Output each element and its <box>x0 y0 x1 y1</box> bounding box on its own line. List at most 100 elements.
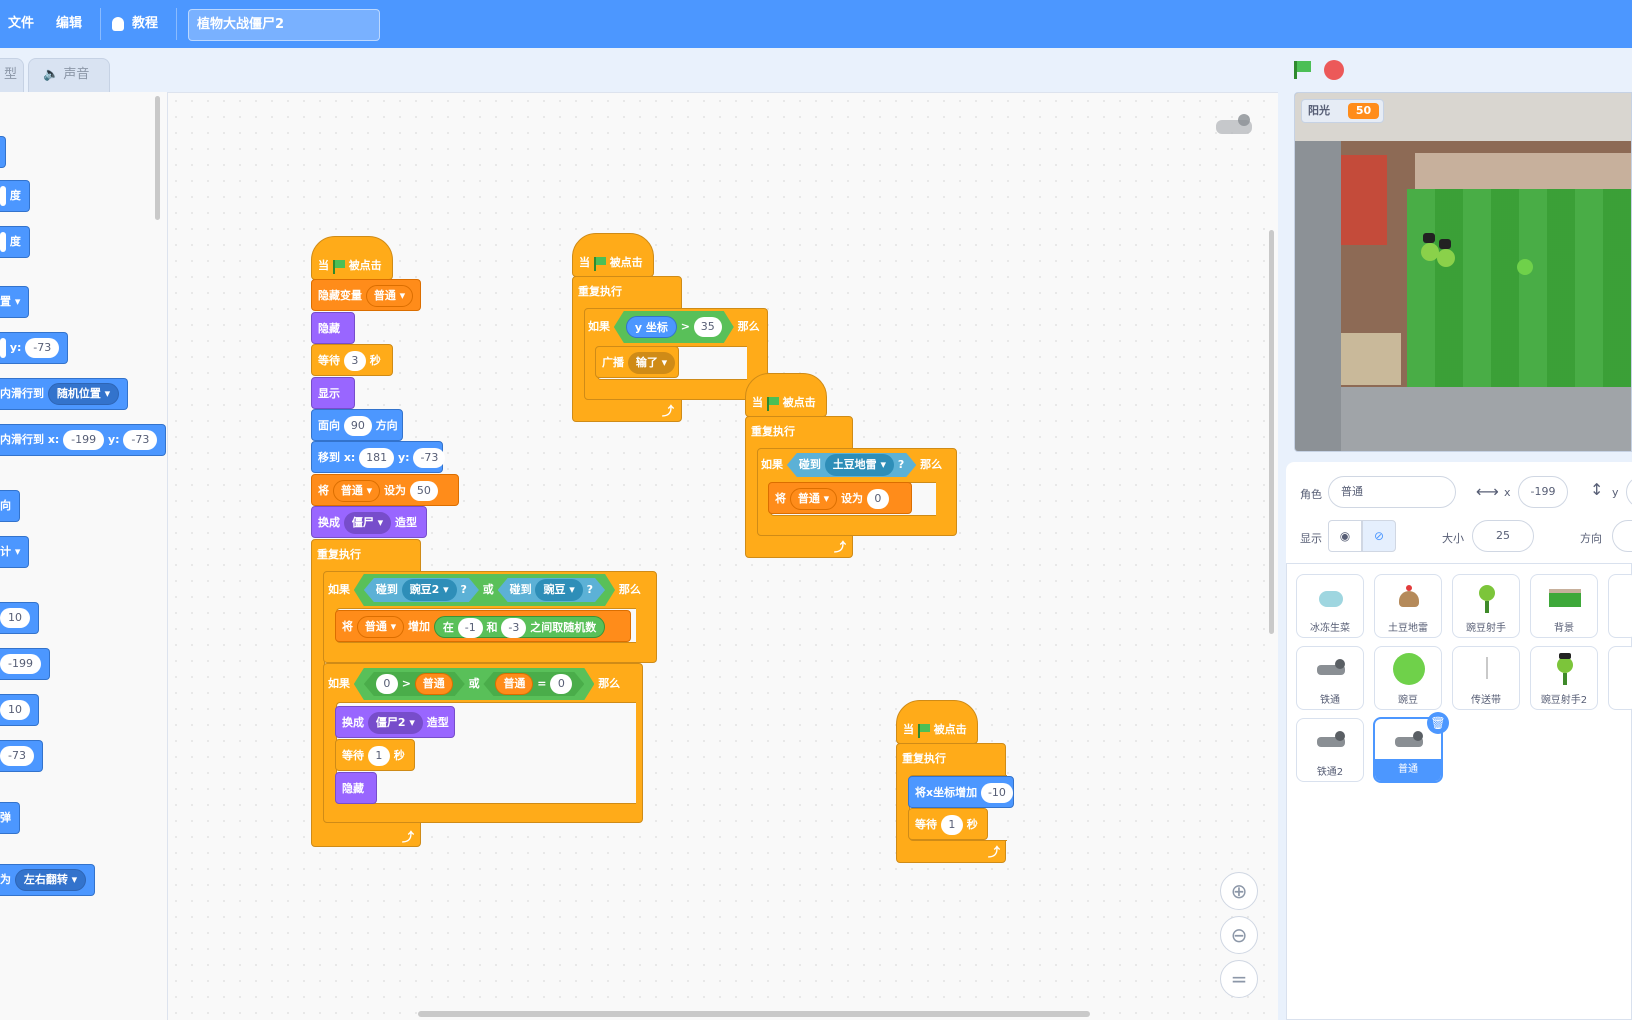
greater-than-operator[interactable]: 0 > 普通 <box>364 672 465 696</box>
palette-block-glide-xy[interactable]: 内滑行到 x: -199 y: -73 <box>0 424 167 456</box>
palette-block-goto-xy[interactable]: y: -73 <box>0 332 69 364</box>
variable-dropdown[interactable]: 普通 ▾ <box>789 488 838 510</box>
palette-block-partial[interactable] <box>0 136 6 168</box>
switch-costume-block[interactable]: 换成 僵尸 ▾ 造型 <box>311 506 427 538</box>
sprite-tile[interactable]: 背景 <box>1530 574 1598 638</box>
or-operator[interactable]: 0 > 普通 或 普通 = 0 <box>354 668 595 700</box>
wait-block[interactable]: 等待 1 秒 <box>335 739 415 771</box>
change-variable-block[interactable]: 将 普通 ▾ 增加 在 -1 和 -3 之间取随机数 <box>335 610 631 642</box>
compare-input[interactable]: 35 <box>694 317 722 337</box>
project-title-input[interactable]: 植物大战僵尸2 <box>188 9 380 41</box>
point-direction-block[interactable]: 面向 90 方向 <box>311 409 403 441</box>
hide-block[interactable]: 隐藏 <box>335 772 377 804</box>
palette-block-change-x[interactable]: 10 <box>0 602 39 634</box>
sprite-tile[interactable]: 土豆地雷 <box>1374 574 1442 638</box>
palette-input[interactable]: -73 <box>0 746 34 766</box>
greater-than-operator[interactable]: y 坐标 > 35 <box>614 311 734 343</box>
sprite-tile[interactable]: 豌豆 <box>1374 646 1442 710</box>
wait-input[interactable]: 1 <box>940 815 963 835</box>
wait-input[interactable]: 1 <box>367 746 390 766</box>
green-flag-button[interactable] <box>1290 58 1314 82</box>
switch-costume-block[interactable]: 换成 僵尸2 ▾ 造型 <box>335 706 455 738</box>
menu-file[interactable]: 文件 <box>8 0 34 48</box>
or-operator[interactable]: 碰到 豌豆2 ▾ ? 或 碰到 豌豆 ▾ ? <box>354 574 615 606</box>
show-visible-button[interactable]: ◉ <box>1328 520 1362 552</box>
value-input[interactable]: 50 <box>409 481 438 501</box>
sprite-tile[interactable]: 豌豆射手2 <box>1530 646 1598 710</box>
compare-input[interactable]: 0 <box>550 674 572 694</box>
variable-monitor[interactable]: 阳光 50 <box>1301 99 1385 123</box>
palette-block-set-x[interactable]: -199 <box>0 648 50 680</box>
broadcast-dropdown[interactable]: 输了 ▾ <box>627 352 676 374</box>
tab-sounds[interactable]: 🔈 声音 <box>28 58 110 92</box>
palette-dropdown[interactable]: 随机位置 ▾ <box>47 383 120 405</box>
when-flag-clicked-hat[interactable]: 当 被点击 <box>572 233 654 277</box>
random-operator[interactable]: 在 -1 和 -3 之间取随机数 <box>433 616 606 638</box>
palette-input[interactable]: -73 <box>123 430 158 450</box>
variable-reporter[interactable]: 普通 <box>495 673 533 695</box>
stop-button[interactable] <box>1324 60 1344 80</box>
wait-block[interactable]: 等待 3 秒 <box>311 344 393 376</box>
tab-costumes[interactable]: 型 <box>0 58 24 92</box>
compare-input[interactable]: 0 <box>376 674 398 694</box>
random-from-input[interactable]: -1 <box>457 618 483 638</box>
zoom-reset-button[interactable]: = <box>1220 960 1258 998</box>
y-input[interactable] <box>1626 476 1632 508</box>
sprite-tile-partial[interactable] <box>1608 646 1632 710</box>
direction-input[interactable] <box>1612 520 1632 552</box>
hide-block[interactable]: 隐藏 <box>311 312 355 344</box>
touching-condition[interactable]: 碰到 土豆地雷 ▾ ? <box>787 453 916 477</box>
set-variable-block[interactable]: 将 普通 ▾ 设为 0 <box>768 482 912 514</box>
palette-block-rotation-style[interactable]: 为 左右翻转 ▾ <box>0 864 96 896</box>
touching-condition[interactable]: 碰到 豌豆2 ▾ ? <box>364 578 479 602</box>
costume-dropdown[interactable]: 僵尸2 ▾ <box>367 712 423 734</box>
touching-dropdown[interactable]: 豌豆2 ▾ <box>402 579 457 601</box>
costume-dropdown[interactable]: 僵尸 ▾ <box>343 512 392 534</box>
sprite-tile[interactable]: 铁通2 <box>1296 718 1364 782</box>
wait-block[interactable]: 等待 1 秒 <box>908 808 988 840</box>
set-variable-block[interactable]: 将 普通 ▾ 设为 50 <box>311 474 459 506</box>
palette-block-change-y[interactable]: 10 <box>0 694 39 726</box>
sprite-tile[interactable]: 豌豆射手 <box>1452 574 1520 638</box>
value-input[interactable]: 0 <box>866 489 889 509</box>
when-flag-clicked-hat[interactable]: 当 被点击 <box>896 700 978 744</box>
sprite-tile[interactable]: 冰冻生菜 <box>1296 574 1364 638</box>
y-position-reporter[interactable]: y 坐标 <box>626 316 677 338</box>
show-hidden-button[interactable]: ⊘ <box>1362 520 1396 552</box>
variable-dropdown[interactable]: 普通 ▾ <box>332 480 381 502</box>
zoom-out-button[interactable]: ⊖ <box>1220 916 1258 954</box>
touching-dropdown[interactable]: 豌豆 ▾ <box>535 579 582 601</box>
when-flag-clicked-hat[interactable]: 当 被点击 <box>745 373 827 417</box>
hide-variable-block[interactable]: 隐藏变量 普通 ▾ <box>311 279 421 311</box>
touching-dropdown[interactable]: 土豆地雷 ▾ <box>825 454 894 476</box>
palette-block-glide-to[interactable]: 内滑行到 随机位置 ▾ <box>0 378 129 410</box>
random-to-input[interactable]: -3 <box>501 618 527 638</box>
menu-tutorials[interactable]: 教程 <box>112 0 158 48</box>
sprite-tile-partial[interactable] <box>1608 574 1632 638</box>
palette-input[interactable]: -73 <box>25 338 60 358</box>
variable-dropdown[interactable]: 普通 ▾ <box>356 616 405 638</box>
equals-operator[interactable]: 普通 = 0 <box>483 672 584 696</box>
when-flag-clicked-hat[interactable]: 当 被点击 <box>311 236 393 280</box>
change-x-block[interactable]: 将x坐标增加 -10 <box>908 776 1014 808</box>
palette-input[interactable]: -199 <box>63 430 105 450</box>
broadcast-block[interactable]: 广播 输了 ▾ <box>595 346 679 378</box>
sprite-name-input[interactable]: 普通 <box>1328 476 1456 508</box>
palette-block-point-towards[interactable]: 计 ▾ <box>0 536 30 568</box>
variable-reporter[interactable]: 普通 <box>415 673 453 695</box>
menu-edit[interactable]: 编辑 <box>56 0 82 48</box>
sprite-tile[interactable]: 铁通 <box>1296 646 1364 710</box>
y-input[interactable]: -73 <box>413 448 446 468</box>
palette-block-turn-left[interactable]: 度 <box>0 226 30 258</box>
show-block[interactable]: 显示 <box>311 377 355 409</box>
palette-dropdown[interactable]: 左右翻转 ▾ <box>14 869 87 891</box>
touching-condition[interactable]: 碰到 豌豆 ▾ ? <box>498 578 605 602</box>
change-x-input[interactable]: -10 <box>980 783 1013 803</box>
palette-block-set-y[interactable]: -73 <box>0 740 43 772</box>
code-horizontal-scrollbar[interactable] <box>418 1011 1090 1017</box>
palette-block-goto[interactable]: 置 ▾ <box>0 286 30 318</box>
palette-block-turn-right[interactable]: 度 <box>0 180 30 212</box>
palette-block-point[interactable]: 向 <box>0 490 20 522</box>
palette-input[interactable]: 10 <box>0 700 30 720</box>
palette-scrollbar[interactable] <box>155 96 160 220</box>
